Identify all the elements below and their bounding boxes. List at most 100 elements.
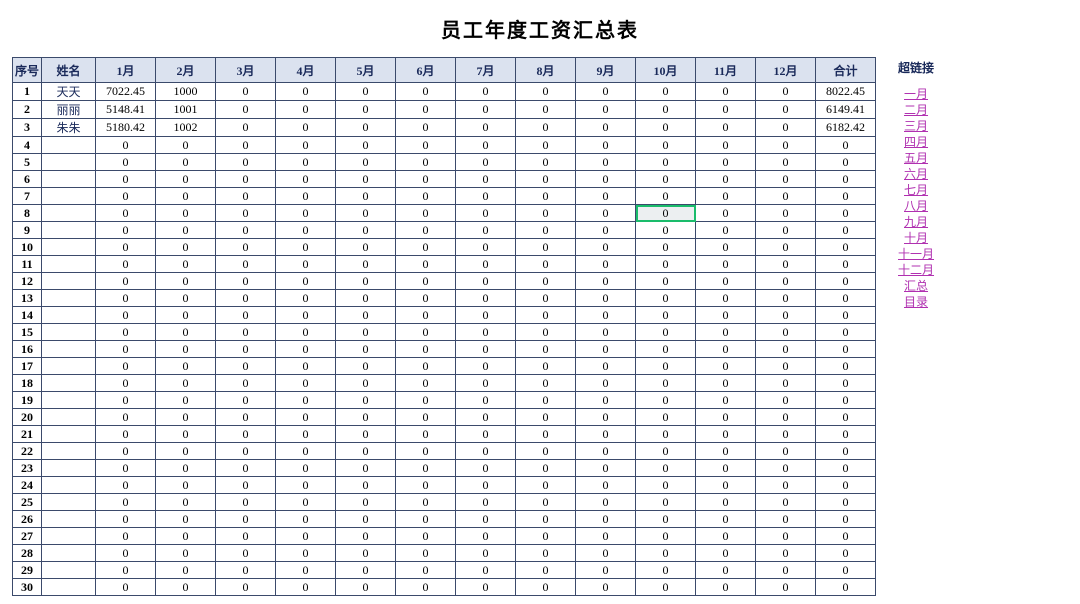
cell-month[interactable]: 0 [96, 171, 156, 188]
cell-month[interactable]: 0 [696, 358, 756, 375]
cell-month[interactable]: 0 [636, 375, 696, 392]
cell-month[interactable]: 0 [96, 562, 156, 579]
cell-month[interactable]: 0 [216, 460, 276, 477]
cell-month[interactable]: 0 [636, 137, 696, 154]
cell-month[interactable]: 5180.42 [96, 119, 156, 137]
col-sum[interactable]: 合计 [816, 58, 876, 83]
cell-sum[interactable]: 0 [816, 375, 876, 392]
cell-month[interactable]: 0 [516, 324, 576, 341]
cell-month[interactable]: 0 [756, 307, 816, 324]
cell-month[interactable]: 0 [216, 256, 276, 273]
cell-month[interactable]: 0 [276, 460, 336, 477]
cell-month[interactable]: 0 [576, 119, 636, 137]
hyperlink-item[interactable]: 十一月 [892, 246, 940, 262]
cell-month[interactable]: 0 [516, 307, 576, 324]
cell-month[interactable]: 0 [96, 426, 156, 443]
cell-month[interactable]: 0 [756, 477, 816, 494]
cell-month[interactable]: 0 [216, 426, 276, 443]
col-month-10[interactable]: 10月 [636, 58, 696, 83]
cell-seq[interactable]: 2 [13, 101, 42, 119]
cell-sum[interactable]: 0 [816, 171, 876, 188]
cell-month[interactable]: 0 [696, 222, 756, 239]
cell-month[interactable]: 0 [276, 290, 336, 307]
cell-month[interactable]: 0 [456, 101, 516, 119]
cell-month[interactable]: 0 [576, 239, 636, 256]
cell-month[interactable]: 0 [756, 273, 816, 290]
cell-name[interactable] [42, 545, 96, 562]
cell-seq[interactable]: 28 [13, 545, 42, 562]
cell-seq[interactable]: 18 [13, 375, 42, 392]
cell-seq[interactable]: 12 [13, 273, 42, 290]
cell-month[interactable]: 0 [696, 426, 756, 443]
cell-seq[interactable]: 26 [13, 511, 42, 528]
cell-month[interactable]: 0 [696, 307, 756, 324]
cell-month[interactable]: 0 [516, 171, 576, 188]
cell-month[interactable]: 0 [96, 222, 156, 239]
cell-month[interactable]: 0 [276, 375, 336, 392]
cell-month[interactable]: 0 [216, 205, 276, 222]
cell-sum[interactable]: 0 [816, 188, 876, 205]
cell-month[interactable]: 0 [456, 562, 516, 579]
cell-month[interactable]: 0 [516, 426, 576, 443]
cell-month[interactable]: 0 [636, 545, 696, 562]
cell-month[interactable]: 0 [456, 154, 516, 171]
cell-month[interactable]: 0 [276, 101, 336, 119]
cell-name[interactable] [42, 358, 96, 375]
cell-month[interactable]: 0 [456, 119, 516, 137]
cell-month[interactable]: 0 [276, 545, 336, 562]
cell-month[interactable]: 0 [336, 443, 396, 460]
cell-sum[interactable]: 0 [816, 426, 876, 443]
cell-month[interactable]: 0 [336, 290, 396, 307]
cell-month[interactable]: 0 [456, 477, 516, 494]
cell-month[interactable]: 0 [576, 324, 636, 341]
cell-month[interactable]: 0 [336, 562, 396, 579]
cell-month[interactable]: 0 [156, 307, 216, 324]
cell-month[interactable]: 0 [576, 511, 636, 528]
hyperlink-item[interactable]: 九月 [892, 214, 940, 230]
cell-sum[interactable]: 0 [816, 528, 876, 545]
cell-month[interactable]: 0 [636, 511, 696, 528]
cell-month[interactable]: 0 [576, 545, 636, 562]
cell-month[interactable]: 0 [96, 256, 156, 273]
cell-seq[interactable]: 3 [13, 119, 42, 137]
cell-month[interactable]: 0 [156, 375, 216, 392]
cell-month[interactable]: 0 [396, 205, 456, 222]
cell-month[interactable]: 0 [156, 443, 216, 460]
cell-month[interactable]: 0 [336, 239, 396, 256]
cell-month[interactable]: 0 [216, 137, 276, 154]
cell-month[interactable]: 0 [636, 358, 696, 375]
cell-name[interactable] [42, 409, 96, 426]
cell-seq[interactable]: 21 [13, 426, 42, 443]
cell-month[interactable]: 0 [216, 443, 276, 460]
hyperlink-item[interactable]: 一月 [892, 86, 940, 102]
cell-month[interactable]: 0 [216, 579, 276, 596]
cell-sum[interactable]: 0 [816, 256, 876, 273]
cell-month[interactable]: 0 [336, 511, 396, 528]
cell-month[interactable]: 0 [456, 579, 516, 596]
cell-month[interactable]: 0 [216, 562, 276, 579]
cell-month[interactable]: 0 [636, 579, 696, 596]
cell-name[interactable] [42, 205, 96, 222]
cell-month[interactable]: 0 [336, 273, 396, 290]
cell-month[interactable]: 0 [396, 119, 456, 137]
cell-sum[interactable]: 0 [816, 409, 876, 426]
cell-month[interactable]: 0 [756, 579, 816, 596]
cell-name[interactable] [42, 307, 96, 324]
cell-month[interactable]: 0 [336, 324, 396, 341]
cell-seq[interactable]: 25 [13, 494, 42, 511]
cell-month[interactable]: 0 [456, 222, 516, 239]
cell-month[interactable]: 0 [516, 562, 576, 579]
cell-sum[interactable]: 0 [816, 494, 876, 511]
cell-month[interactable]: 0 [516, 273, 576, 290]
cell-month[interactable]: 0 [516, 205, 576, 222]
cell-month[interactable]: 0 [396, 443, 456, 460]
cell-month[interactable]: 0 [576, 426, 636, 443]
cell-month[interactable]: 0 [396, 579, 456, 596]
cell-seq[interactable]: 23 [13, 460, 42, 477]
cell-month[interactable]: 0 [696, 273, 756, 290]
cell-month[interactable]: 0 [156, 528, 216, 545]
hyperlink-item[interactable]: 汇总 [892, 278, 940, 294]
cell-name[interactable]: 朱朱 [42, 119, 96, 137]
cell-month[interactable]: 0 [696, 494, 756, 511]
cell-month[interactable]: 0 [756, 119, 816, 137]
